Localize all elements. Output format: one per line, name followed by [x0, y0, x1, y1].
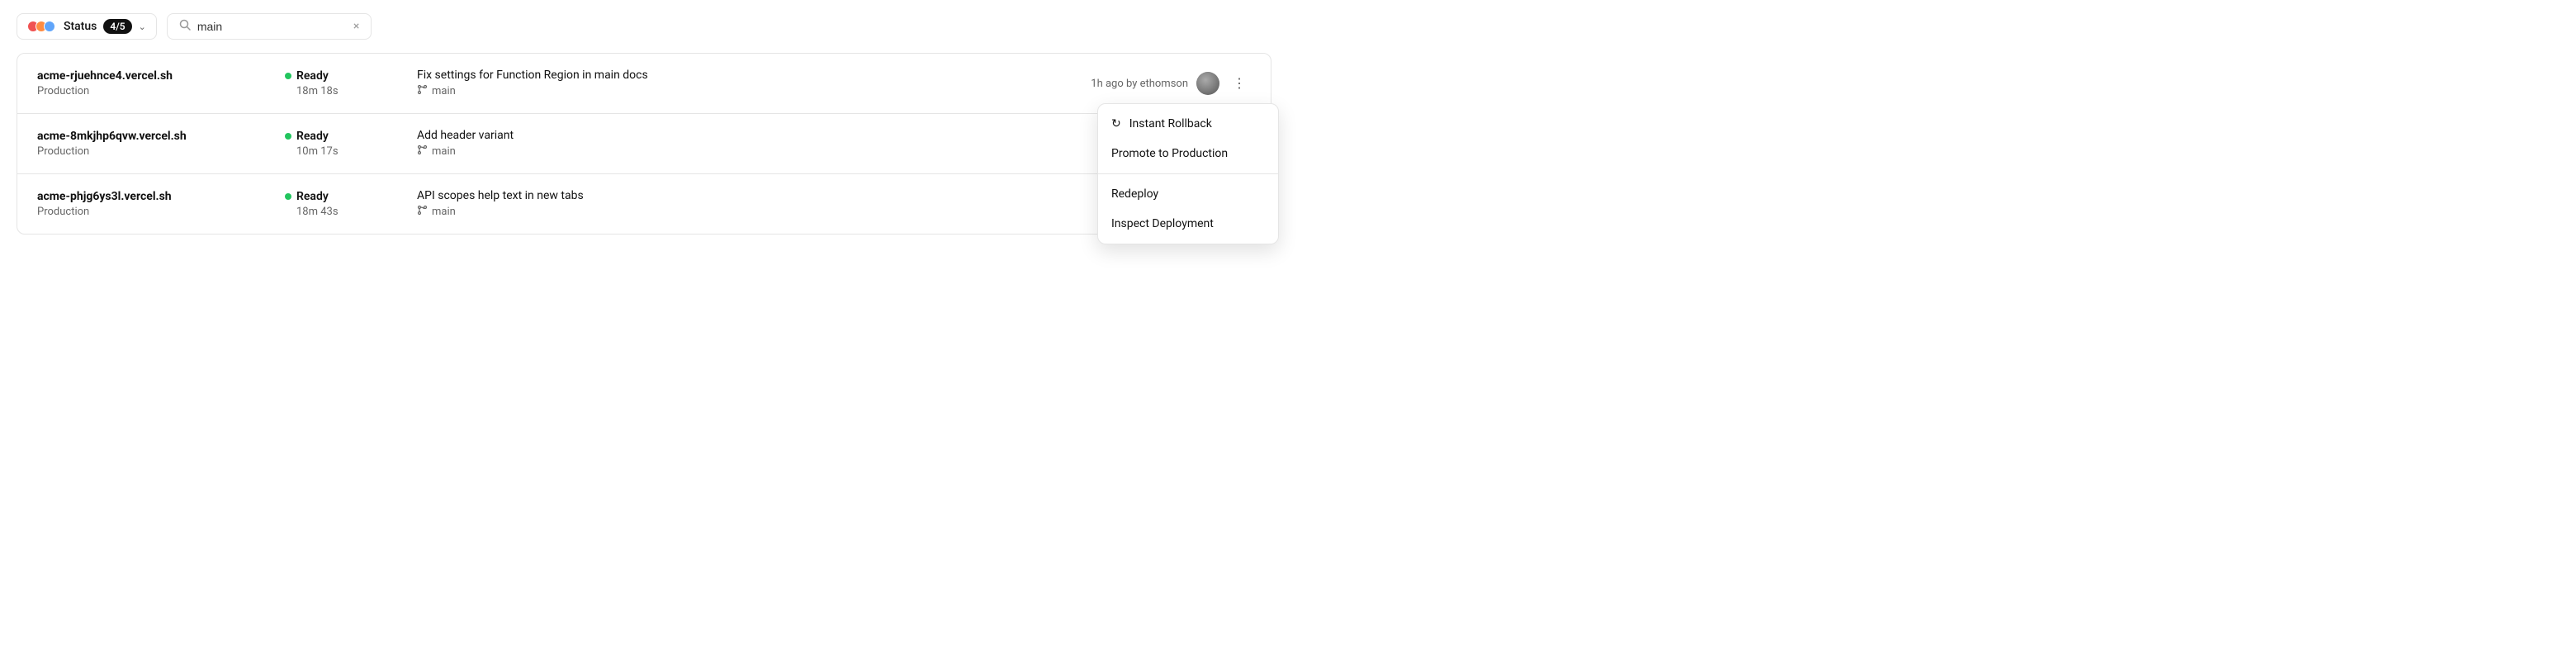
branch-icon — [417, 145, 428, 159]
branch-name: main — [432, 206, 456, 218]
context-menu-item-promote[interactable]: Promote to Production — [1098, 139, 1278, 168]
toolbar: Status 4/5 ⌄ × — [0, 0, 1288, 53]
promote-label: Promote to Production — [1111, 147, 1228, 160]
deployment-name: acme-rjuehnce4.vercel.sh — [37, 69, 285, 83]
branch-icon — [417, 205, 428, 219]
commit-message: API scopes help text in new tabs — [417, 189, 1069, 202]
build-time: 10m 17s — [285, 145, 417, 158]
build-time: 18m 43s — [285, 206, 417, 218]
deployment-row: acme-rjuehnce4.vercel.sh Production Read… — [17, 54, 1271, 114]
context-menu-divider — [1098, 173, 1278, 174]
commit-branch: main — [417, 145, 1069, 159]
rollback-label: Instant Rollback — [1129, 117, 1212, 130]
deployment-name: acme-8mkjhp6qvw.vercel.sh — [37, 130, 285, 143]
clear-icon[interactable]: × — [353, 20, 359, 33]
avatar — [1196, 72, 1219, 95]
branch-icon — [417, 84, 428, 98]
deployments-table: acme-rjuehnce4.vercel.sh Production Read… — [17, 53, 1271, 235]
deployment-env: Production — [37, 145, 285, 158]
branch-name: main — [432, 145, 456, 158]
col-name: acme-phjg6ys3l.vercel.sh Production — [37, 190, 285, 218]
deployment-env: Production — [37, 85, 285, 97]
status-dot — [285, 133, 291, 140]
context-menu-item-rollback[interactable]: ↻ Instant Rollback — [1098, 109, 1278, 139]
logo-circles — [27, 21, 52, 32]
col-commit: Fix settings for Function Region in main… — [417, 69, 1069, 98]
meta-time: 1h ago by ethomson — [1091, 78, 1188, 90]
commit-message: Add header variant — [417, 129, 1069, 142]
status-ready: Ready — [285, 190, 417, 203]
context-menu-item-redeploy[interactable]: Redeploy — [1098, 179, 1278, 209]
deployment-name: acme-phjg6ys3l.vercel.sh — [37, 190, 285, 203]
search-icon — [179, 19, 191, 34]
deployment-env: Production — [37, 206, 285, 218]
rollback-icon: ↻ — [1111, 117, 1121, 130]
col-status: Ready 18m 18s — [285, 69, 417, 97]
deployment-row: acme-phjg6ys3l.vercel.sh Production Read… — [17, 174, 1271, 234]
col-commit: API scopes help text in new tabs main — [417, 189, 1069, 219]
more-options-button[interactable]: ⋮ — [1228, 72, 1251, 95]
status-filter[interactable]: Status 4/5 ⌄ — [17, 13, 157, 40]
deployment-row: acme-8mkjhp6qvw.vercel.sh Production Rea… — [17, 114, 1271, 174]
status-dot — [285, 193, 291, 200]
avatar-img — [1196, 72, 1219, 95]
status-ready: Ready — [285, 130, 417, 143]
col-commit: Add header variant main — [417, 129, 1069, 159]
context-menu: ↻ Instant Rollback Promote to Production… — [1097, 103, 1279, 244]
col-status: Ready 18m 43s — [285, 190, 417, 218]
col-meta: 1h ago by ethomson ⋮ — [1069, 72, 1251, 95]
search-box: × — [167, 13, 372, 40]
branch-name: main — [432, 85, 456, 97]
status-ready: Ready — [285, 69, 417, 83]
context-menu-item-inspect[interactable]: Inspect Deployment — [1098, 209, 1278, 239]
build-time: 18m 18s — [285, 85, 417, 97]
chevron-down-icon: ⌄ — [139, 21, 146, 32]
status-label: Status — [64, 20, 97, 33]
inspect-label: Inspect Deployment — [1111, 217, 1214, 230]
commit-message: Fix settings for Function Region in main… — [417, 69, 1069, 82]
circle-blue — [44, 21, 55, 32]
col-name: acme-rjuehnce4.vercel.sh Production — [37, 69, 285, 97]
search-input[interactable] — [197, 20, 347, 33]
col-name: acme-8mkjhp6qvw.vercel.sh Production — [37, 130, 285, 158]
status-badge: 4/5 — [103, 19, 131, 34]
status-dot — [285, 73, 291, 79]
redeploy-label: Redeploy — [1111, 187, 1158, 201]
commit-branch: main — [417, 84, 1069, 98]
col-status: Ready 10m 17s — [285, 130, 417, 158]
commit-branch: main — [417, 205, 1069, 219]
